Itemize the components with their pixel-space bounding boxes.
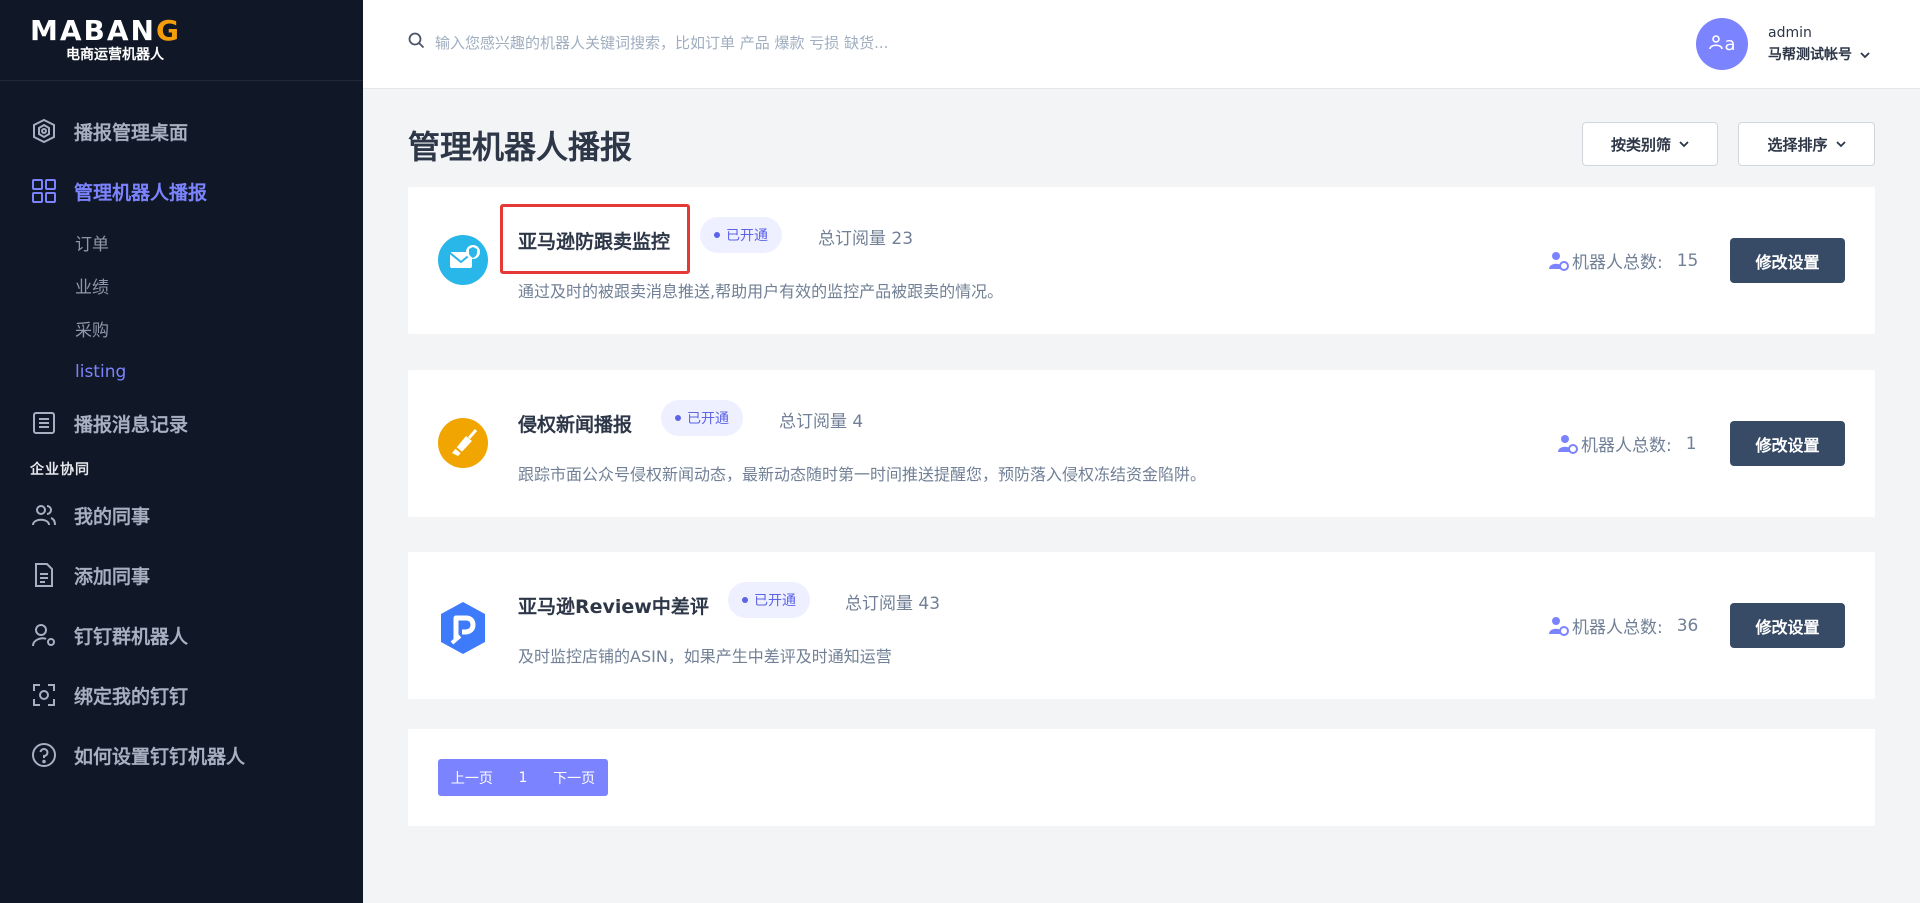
subscription-count: 总订阅量 43 (845, 594, 941, 614)
status-dot (742, 597, 748, 603)
status-badge: 已开通 (728, 582, 810, 618)
logo-subtitle: 电商运营机器人 (66, 47, 164, 63)
sidebar-item-label: 添加同事 (74, 565, 151, 588)
grid-icon (30, 177, 58, 205)
topbar: a admin 马帮测试帐号 (363, 0, 1920, 89)
sidebar-item-label: 管理机器人播报 (74, 181, 208, 204)
sidebar-item-label: 播报消息记录 (74, 413, 189, 436)
scan-icon (30, 681, 58, 709)
mail-shield-icon (438, 235, 488, 285)
robot-title[interactable]: 亚马逊防跟卖监控 (518, 227, 670, 254)
user-info: admin 马帮测试帐号 (1768, 22, 1870, 66)
user-menu[interactable]: a admin 马帮测试帐号 (1696, 18, 1870, 70)
chevron-down-icon (1679, 139, 1689, 149)
user-icon (1708, 34, 1724, 55)
status-badge: 已开通 (700, 217, 782, 253)
status-label: 已开通 (754, 593, 796, 609)
robot-count-label: 机器人总数: (1572, 618, 1663, 638)
sidebar-item-dingtalk-robot[interactable]: 钉钉群机器人 (0, 605, 363, 665)
robot-count: 机器人总数: 15 (1548, 248, 1698, 273)
edit-settings-button[interactable]: 修改设置 (1730, 421, 1845, 466)
status-dot (675, 415, 681, 421)
sidebar-item-how-to[interactable]: 如何设置钉钉机器人 (0, 725, 363, 785)
users-icon (30, 501, 58, 529)
user-gear-icon (30, 621, 58, 649)
account-dropdown[interactable]: 马帮测试帐号 (1768, 44, 1870, 66)
dashboard-icon (30, 117, 58, 145)
section-title: 企业协同 (30, 462, 90, 478)
robot-count-label: 机器人总数: (1572, 253, 1663, 273)
robot-card: 亚马逊防跟卖监控 已开通 总订阅量 23 通过及时的被跟卖消息推送,帮助用户有效… (408, 187, 1875, 334)
chevron-down-icon (1835, 139, 1846, 149)
subscription-count: 总订阅量 4 (779, 412, 864, 432)
current-page-button[interactable]: 1 (519, 770, 528, 786)
robot-count: 机器人总数: 1 (1557, 431, 1697, 456)
help-icon (30, 741, 58, 769)
subscription-count: 总订阅量 23 (818, 229, 914, 249)
search-input[interactable] (435, 33, 1035, 52)
sidebar-subitem-listing[interactable]: listing (0, 350, 363, 393)
sidebar-item-add-colleague[interactable]: 添加同事 (0, 545, 363, 605)
robot-description: 及时监控店铺的ASIN，如果产生中差评及时通知运营 (518, 647, 892, 666)
list-icon (30, 409, 58, 437)
robot-count-label: 机器人总数: (1581, 436, 1672, 456)
sidebar: MABANG 电商运营机器人 播报管理桌面 管理机器人播报 订单 业绩 采购 l… (0, 0, 363, 903)
robot-count: 机器人总数: 36 (1548, 613, 1698, 638)
robot-description: 通过及时的被跟卖消息推送,帮助用户有效的监控产品被跟卖的情况。 (518, 282, 1004, 301)
next-page-button[interactable]: 下一页 (553, 768, 595, 788)
pagination: 上一页 1 下一页 (438, 759, 608, 796)
pagination-card: 上一页 1 下一页 (408, 729, 1875, 826)
status-label: 已开通 (726, 228, 768, 244)
sidebar-nav: 播报管理桌面 管理机器人播报 订单 业绩 采购 listing 播报消息记录 企… (0, 81, 363, 785)
document-icon (30, 561, 58, 589)
edit-settings-button[interactable]: 修改设置 (1730, 238, 1845, 283)
prev-page-button[interactable]: 上一页 (451, 768, 493, 788)
robot-count-value: 1 (1685, 433, 1697, 454)
sort-label: 选择排序 (1767, 135, 1828, 154)
user-gear-icon (1548, 615, 1570, 637)
user-name: admin (1768, 25, 1812, 41)
status-badge: 已开通 (661, 400, 743, 436)
page-title: 管理机器人播报 (408, 128, 633, 166)
filter-category-button[interactable]: 按类别筛 (1582, 122, 1718, 166)
chevron-down-icon (1860, 50, 1870, 60)
sidebar-item-message-log[interactable]: 播报消息记录 (0, 393, 363, 453)
sort-select-button[interactable]: 选择排序 (1738, 122, 1875, 166)
user-gear-icon (1557, 433, 1579, 455)
brand-logo[interactable]: MABANG 电商运营机器人 (0, 0, 363, 81)
sidebar-item-colleagues[interactable]: 我的同事 (0, 485, 363, 545)
sidebar-subitem-purchase[interactable]: 采购 (0, 307, 363, 350)
avatar-text: a (1724, 33, 1736, 55)
sidebar-subitem-performance[interactable]: 业绩 (0, 264, 363, 307)
logo-wordmark: MABANG (30, 14, 181, 47)
robot-card: 亚马逊Review中差评 已开通 总订阅量 43 及时监控店铺的ASIN，如果产… (408, 552, 1875, 699)
edit-settings-button[interactable]: 修改设置 (1730, 603, 1845, 648)
sidebar-subitem-orders[interactable]: 订单 (0, 221, 363, 264)
sidebar-item-label: 如何设置钉钉机器人 (74, 745, 246, 768)
robot-card: 侵权新闻播报 已开通 总订阅量 4 跟踪市面公众号侵权新闻动态，最新动态随时第一… (408, 370, 1875, 517)
sidebar-item-dashboard[interactable]: 播报管理桌面 (0, 101, 363, 161)
avatar[interactable]: a (1696, 18, 1748, 70)
search-icon (408, 32, 425, 53)
filter-category-label: 按类别筛 (1610, 135, 1671, 154)
user-gear-icon (1548, 250, 1570, 272)
status-dot (714, 232, 720, 238)
sidebar-item-label: 钉钉群机器人 (74, 625, 189, 648)
robot-title[interactable]: 侵权新闻播报 (518, 410, 632, 437)
sidebar-item-manage-robots[interactable]: 管理机器人播报 (0, 161, 363, 221)
broom-icon (438, 418, 488, 468)
account-name: 马帮测试帐号 (1768, 47, 1852, 63)
robot-description: 跟踪市面公众号侵权新闻动态，最新动态随时第一时间推送提醒您，预防落入侵权冻结资金… (518, 465, 1207, 484)
sidebar-item-label: 我的同事 (74, 505, 151, 528)
robot-title[interactable]: 亚马逊Review中差评 (518, 592, 709, 619)
review-p-icon (438, 600, 488, 654)
robot-count-value: 15 (1676, 250, 1699, 271)
robot-count-value: 36 (1676, 615, 1699, 636)
sidebar-item-label: 绑定我的钉钉 (74, 685, 189, 708)
search-bar (408, 32, 1035, 53)
status-label: 已开通 (687, 411, 729, 427)
sidebar-item-bind-dingtalk[interactable]: 绑定我的钉钉 (0, 665, 363, 725)
sidebar-item-label: 播报管理桌面 (74, 121, 189, 144)
